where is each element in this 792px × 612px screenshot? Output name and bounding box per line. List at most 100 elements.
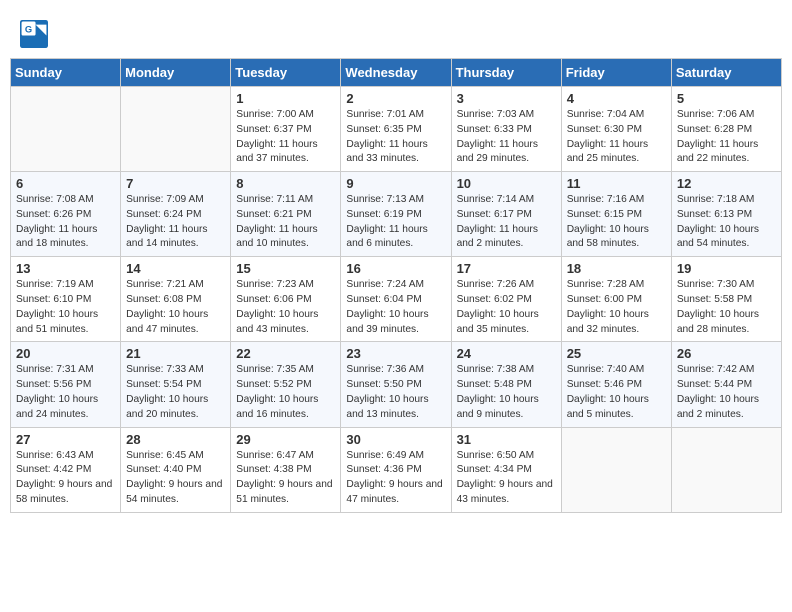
day-info: Sunrise: 7:16 AM Sunset: 6:15 PM Dayligh… <box>567 193 666 252</box>
day-number: 5 <box>677 91 776 106</box>
calendar-cell: 4Sunrise: 7:04 AM Sunset: 6:30 PM Daylig… <box>561 87 671 172</box>
week-row-1: 1 Sunrise: 7:00 AM Sunset: 6:37 PM Daylig… <box>11 87 782 172</box>
weekday-header-saturday: Saturday <box>671 59 781 87</box>
calendar-cell: 30 Sunrise: 6:49 AM Sunset: 4:36 PM Dayli… <box>341 427 451 512</box>
day-info: Sunrise: 6:49 AM Sunset: 4:36 PM Dayligh… <box>346 449 445 508</box>
calendar-cell: 27 Sunrise: 6:43 AM Sunset: 4:42 PM Dayli… <box>11 427 121 512</box>
svg-text:G: G <box>25 24 32 34</box>
calendar-cell: 10Sunrise: 7:14 AM Sunset: 6:17 PM Dayli… <box>451 172 561 257</box>
day-number: 2 <box>346 91 445 106</box>
day-info: Sunrise: 6:50 AM Sunset: 4:34 PM Dayligh… <box>457 449 556 508</box>
day-number: 14 <box>126 261 225 276</box>
day-info: Sunrise: 7:30 AM Sunset: 5:58 PM Dayligh… <box>677 278 776 337</box>
week-row-3: 13 Sunrise: 7:19 AM Sunset: 6:10 PM Dayli… <box>11 257 782 342</box>
day-info: Sunrise: 7:03 AM Sunset: 6:33 PM Dayligh… <box>457 108 556 167</box>
week-row-4: 20Sunrise: 7:31 AM Sunset: 5:56 PM Dayli… <box>11 342 782 427</box>
calendar-cell: 7Sunrise: 7:09 AM Sunset: 6:24 PM Daylig… <box>121 172 231 257</box>
calendar-cell: 11Sunrise: 7:16 AM Sunset: 6:15 PM Dayli… <box>561 172 671 257</box>
day-info: Sunrise: 7:26 AM Sunset: 6:02 PM Dayligh… <box>457 278 556 337</box>
day-info: Sunrise: 7:13 AM Sunset: 6:19 PM Dayligh… <box>346 193 445 252</box>
day-number: 20 <box>16 346 115 361</box>
calendar-cell <box>11 87 121 172</box>
day-info: Sunrise: 7:11 AM Sunset: 6:21 PM Dayligh… <box>236 193 335 252</box>
day-number: 29 <box>236 432 335 447</box>
calendar-cell: 18 Sunrise: 7:28 AM Sunset: 6:00 PM Dayli… <box>561 257 671 342</box>
day-number: 25 <box>567 346 666 361</box>
day-number: 13 <box>16 261 115 276</box>
page-header: G <box>10 10 782 53</box>
week-row-2: 6Sunrise: 7:08 AM Sunset: 6:26 PM Daylig… <box>11 172 782 257</box>
weekday-header-monday: Monday <box>121 59 231 87</box>
calendar-cell <box>671 427 781 512</box>
logo-icon: G <box>20 20 48 48</box>
calendar-cell: 6Sunrise: 7:08 AM Sunset: 6:26 PM Daylig… <box>11 172 121 257</box>
calendar-cell: 23Sunrise: 7:36 AM Sunset: 5:50 PM Dayli… <box>341 342 451 427</box>
day-number: 21 <box>126 346 225 361</box>
day-number: 1 <box>236 91 335 106</box>
calendar-cell: 5Sunrise: 7:06 AM Sunset: 6:28 PM Daylig… <box>671 87 781 172</box>
day-info: Sunrise: 7:18 AM Sunset: 6:13 PM Dayligh… <box>677 193 776 252</box>
calendar-header-row: SundayMondayTuesdayWednesdayThursdayFrid… <box>11 59 782 87</box>
day-info: Sunrise: 7:14 AM Sunset: 6:17 PM Dayligh… <box>457 193 556 252</box>
day-number: 18 <box>567 261 666 276</box>
day-number: 26 <box>677 346 776 361</box>
calendar-cell: 3Sunrise: 7:03 AM Sunset: 6:33 PM Daylig… <box>451 87 561 172</box>
day-info: Sunrise: 7:33 AM Sunset: 5:54 PM Dayligh… <box>126 363 225 422</box>
calendar-table: SundayMondayTuesdayWednesdayThursdayFrid… <box>10 58 782 513</box>
day-info: Sunrise: 7:01 AM Sunset: 6:35 PM Dayligh… <box>346 108 445 167</box>
day-info: Sunrise: 7:36 AM Sunset: 5:50 PM Dayligh… <box>346 363 445 422</box>
calendar-cell: 8 Sunrise: 7:11 AM Sunset: 6:21 PM Daylig… <box>231 172 341 257</box>
day-number: 15 <box>236 261 335 276</box>
calendar-cell: 22 Sunrise: 7:35 AM Sunset: 5:52 PM Dayli… <box>231 342 341 427</box>
calendar-cell: 29 Sunrise: 6:47 AM Sunset: 4:38 PM Dayli… <box>231 427 341 512</box>
day-info: Sunrise: 7:19 AM Sunset: 6:10 PM Dayligh… <box>16 278 115 337</box>
day-number: 30 <box>346 432 445 447</box>
weekday-header-friday: Friday <box>561 59 671 87</box>
day-number: 28 <box>126 432 225 447</box>
weekday-header-tuesday: Tuesday <box>231 59 341 87</box>
day-info: Sunrise: 7:28 AM Sunset: 6:00 PM Dayligh… <box>567 278 666 337</box>
day-number: 31 <box>457 432 556 447</box>
calendar-cell: 21 Sunrise: 7:33 AM Sunset: 5:54 PM Dayli… <box>121 342 231 427</box>
calendar-cell: 2 Sunrise: 7:01 AM Sunset: 6:35 PM Daylig… <box>341 87 451 172</box>
calendar-cell: 13 Sunrise: 7:19 AM Sunset: 6:10 PM Dayli… <box>11 257 121 342</box>
day-info: Sunrise: 7:38 AM Sunset: 5:48 PM Dayligh… <box>457 363 556 422</box>
day-number: 19 <box>677 261 776 276</box>
day-info: Sunrise: 7:42 AM Sunset: 5:44 PM Dayligh… <box>677 363 776 422</box>
calendar-cell: 16Sunrise: 7:24 AM Sunset: 6:04 PM Dayli… <box>341 257 451 342</box>
calendar-cell: 20Sunrise: 7:31 AM Sunset: 5:56 PM Dayli… <box>11 342 121 427</box>
calendar-cell: 24 Sunrise: 7:38 AM Sunset: 5:48 PM Dayli… <box>451 342 561 427</box>
calendar-cell: 25 Sunrise: 7:40 AM Sunset: 5:46 PM Dayli… <box>561 342 671 427</box>
calendar-cell: 12 Sunrise: 7:18 AM Sunset: 6:13 PM Dayli… <box>671 172 781 257</box>
day-info: Sunrise: 7:40 AM Sunset: 5:46 PM Dayligh… <box>567 363 666 422</box>
calendar-cell: 15 Sunrise: 7:23 AM Sunset: 6:06 PM Dayli… <box>231 257 341 342</box>
day-info: Sunrise: 7:23 AM Sunset: 6:06 PM Dayligh… <box>236 278 335 337</box>
day-info: Sunrise: 7:35 AM Sunset: 5:52 PM Dayligh… <box>236 363 335 422</box>
day-info: Sunrise: 6:43 AM Sunset: 4:42 PM Dayligh… <box>16 449 115 508</box>
calendar-body: 1 Sunrise: 7:00 AM Sunset: 6:37 PM Daylig… <box>11 87 782 513</box>
calendar-cell <box>121 87 231 172</box>
day-number: 9 <box>346 176 445 191</box>
day-info: Sunrise: 7:00 AM Sunset: 6:37 PM Dayligh… <box>236 108 335 167</box>
calendar-cell <box>561 427 671 512</box>
weekday-header-wednesday: Wednesday <box>341 59 451 87</box>
day-info: Sunrise: 7:21 AM Sunset: 6:08 PM Dayligh… <box>126 278 225 337</box>
day-info: Sunrise: 6:47 AM Sunset: 4:38 PM Dayligh… <box>236 449 335 508</box>
day-info: Sunrise: 6:45 AM Sunset: 4:40 PM Dayligh… <box>126 449 225 508</box>
calendar-cell: 1 Sunrise: 7:00 AM Sunset: 6:37 PM Daylig… <box>231 87 341 172</box>
week-row-5: 27 Sunrise: 6:43 AM Sunset: 4:42 PM Dayli… <box>11 427 782 512</box>
logo: G <box>20 20 52 48</box>
day-number: 7 <box>126 176 225 191</box>
day-number: 24 <box>457 346 556 361</box>
calendar-cell: 28 Sunrise: 6:45 AM Sunset: 4:40 PM Dayli… <box>121 427 231 512</box>
day-number: 6 <box>16 176 115 191</box>
day-number: 12 <box>677 176 776 191</box>
day-number: 8 <box>236 176 335 191</box>
weekday-header-sunday: Sunday <box>11 59 121 87</box>
day-number: 27 <box>16 432 115 447</box>
calendar-cell: 26 Sunrise: 7:42 AM Sunset: 5:44 PM Dayli… <box>671 342 781 427</box>
calendar-cell: 19 Sunrise: 7:30 AM Sunset: 5:58 PM Dayli… <box>671 257 781 342</box>
day-info: Sunrise: 7:24 AM Sunset: 6:04 PM Dayligh… <box>346 278 445 337</box>
day-number: 22 <box>236 346 335 361</box>
calendar-cell: 9 Sunrise: 7:13 AM Sunset: 6:19 PM Daylig… <box>341 172 451 257</box>
